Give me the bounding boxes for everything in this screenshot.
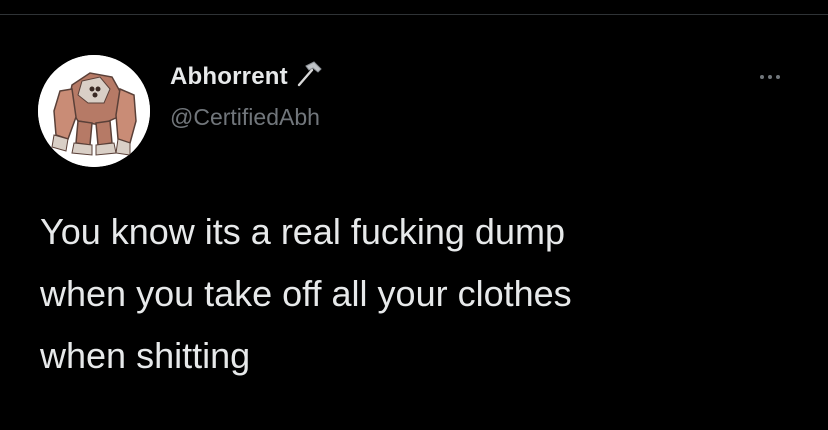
more-options-icon xyxy=(760,75,764,79)
author-handle[interactable]: @CertifiedAbh xyxy=(170,104,320,131)
display-name[interactable]: Abhorrent xyxy=(170,63,288,91)
hammer-icon xyxy=(290,58,324,92)
avatar[interactable] xyxy=(38,55,150,167)
tweet-card: Abhorrent @CertifiedAbh You know its a r… xyxy=(0,15,828,430)
more-options-button[interactable] xyxy=(750,65,790,89)
more-options-icon-dot xyxy=(776,75,780,79)
author-name-row[interactable]: Abhorrent xyxy=(170,61,324,92)
stone-golem-avatar-icon xyxy=(38,55,150,167)
more-options-icon-dot xyxy=(768,75,772,79)
tweet-text: You know its a real fucking dump when yo… xyxy=(40,211,572,376)
